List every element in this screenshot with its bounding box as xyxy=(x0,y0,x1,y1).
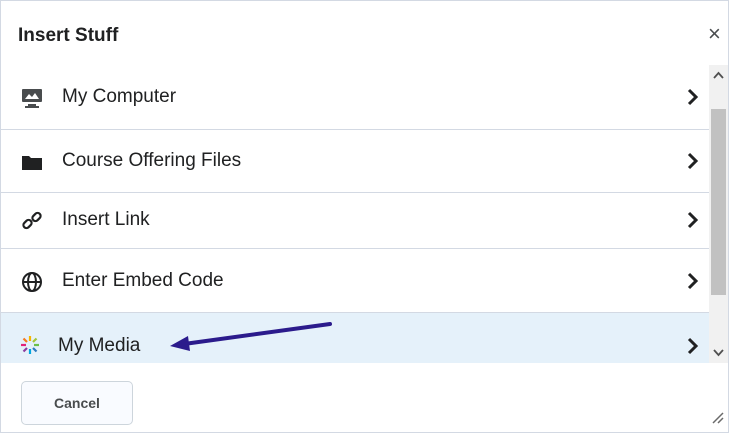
annotation-arrow-icon xyxy=(168,318,334,354)
list-scrollbar[interactable] xyxy=(709,65,728,363)
cancel-button[interactable]: Cancel xyxy=(21,381,133,425)
resize-handle-icon[interactable] xyxy=(709,409,725,425)
list-item-label: Insert Link xyxy=(62,209,150,230)
list-item-label: Course Offering Files xyxy=(62,150,242,171)
chevron-right-icon xyxy=(687,152,699,170)
monitor-icon xyxy=(21,87,43,109)
dialog-header: Insert Stuff × xyxy=(1,1,728,65)
list-item-course-offering-files[interactable]: Course Offering Files xyxy=(1,129,709,193)
kaltura-media-icon xyxy=(19,334,41,356)
insert-stuff-dialog: Insert Stuff × My Computer Course Offeri… xyxy=(0,0,729,433)
list-item-label: Enter Embed Code xyxy=(62,270,224,291)
scrollbar-thumb[interactable] xyxy=(711,109,726,295)
chevron-right-icon xyxy=(687,337,699,355)
list-item-my-computer[interactable]: My Computer xyxy=(1,65,709,130)
chevron-right-icon xyxy=(687,211,699,229)
scroll-down-arrow-icon[interactable] xyxy=(709,343,728,361)
link-icon xyxy=(21,210,43,232)
list-item-enter-embed-code[interactable]: Enter Embed Code xyxy=(1,249,709,313)
chevron-right-icon xyxy=(687,88,699,106)
globe-icon xyxy=(21,271,43,293)
close-icon[interactable]: × xyxy=(708,23,721,45)
list-item-label: My Computer xyxy=(62,86,177,107)
dialog-title: Insert Stuff xyxy=(18,25,119,46)
list-item-insert-link[interactable]: Insert Link xyxy=(1,193,709,249)
list-item-label: My Media xyxy=(58,335,141,356)
insert-options-list: My Computer Course Offering Files Insert… xyxy=(1,65,709,363)
chevron-right-icon xyxy=(687,272,699,290)
folder-icon xyxy=(21,151,43,173)
list-item-my-media[interactable]: My Media xyxy=(1,313,709,363)
scroll-up-arrow-icon[interactable] xyxy=(709,67,728,85)
